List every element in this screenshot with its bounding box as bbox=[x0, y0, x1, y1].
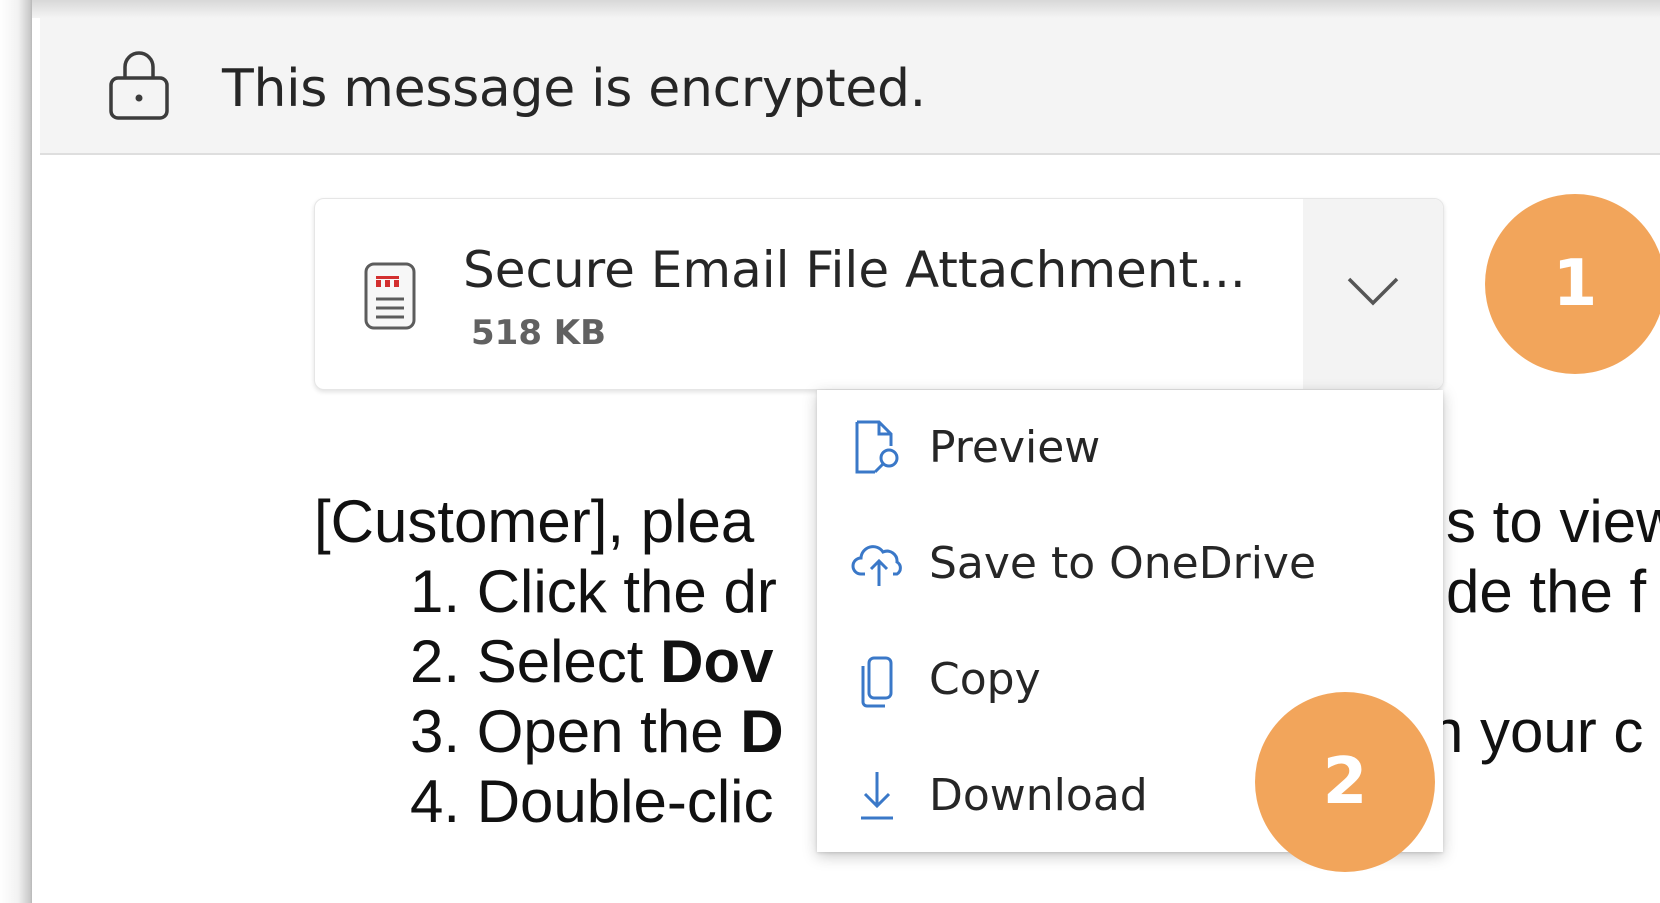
callout-badge-step-2: 2 bbox=[1255, 692, 1435, 872]
lock-icon bbox=[109, 51, 169, 120]
attachment-size: 518 KB bbox=[471, 313, 607, 353]
callout-badge-step-1: 1 bbox=[1485, 194, 1660, 374]
menu-item-preview-label: Preview bbox=[929, 422, 1101, 473]
attachment-dropdown-button[interactable] bbox=[1303, 199, 1443, 389]
message-line-3: 3. Open the D bbox=[410, 697, 784, 767]
menu-item-save-to-onedrive-label: Save to OneDrive bbox=[929, 538, 1317, 589]
attachment-card[interactable]: Secure Email File Attachment... 518 KB bbox=[314, 198, 1444, 390]
message-line-0-text: [Customer], plea bbox=[314, 488, 755, 555]
window-shadow-left bbox=[0, 0, 32, 903]
encryption-banner-text: This message is encrypted. bbox=[222, 59, 926, 119]
message-line-3-bold: D bbox=[740, 698, 784, 765]
message-line-3-tail: n your c bbox=[1430, 698, 1644, 765]
cloud-upload-icon bbox=[851, 545, 902, 586]
message-line-4: 4. Double-clic bbox=[410, 768, 774, 835]
email-reading-pane: This message is encrypted. Secure Email … bbox=[0, 0, 1660, 903]
message-line-0: [Customer], plea bbox=[314, 487, 754, 557]
menu-item-preview[interactable]: Preview bbox=[817, 390, 1443, 506]
menu-item-copy-label: Copy bbox=[929, 654, 1041, 705]
menu-item-download-label: Download bbox=[929, 770, 1148, 821]
file-icon bbox=[364, 262, 416, 330]
message-line-3-text: 3. Open the bbox=[410, 698, 741, 765]
message-line-2-bold: Dov bbox=[660, 628, 774, 695]
message-line-0-tail: s to view bbox=[1446, 488, 1660, 555]
message-line-1: 1. Click the dr bbox=[410, 558, 777, 625]
window-shadow-top bbox=[0, 0, 1660, 18]
message-line-2: 2. Select Dov bbox=[410, 627, 774, 697]
message-line-1-tail: de the f bbox=[1446, 558, 1647, 625]
message-line-2-text: 2. Select bbox=[410, 628, 661, 695]
menu-item-save-to-onedrive[interactable]: Save to OneDrive bbox=[817, 506, 1443, 622]
preview-icon bbox=[855, 420, 899, 474]
copy-icon bbox=[861, 656, 893, 708]
attachment-name: Secure Email File Attachment... bbox=[463, 241, 1246, 299]
chevron-down-icon bbox=[1347, 277, 1399, 306]
download-icon bbox=[861, 772, 893, 820]
